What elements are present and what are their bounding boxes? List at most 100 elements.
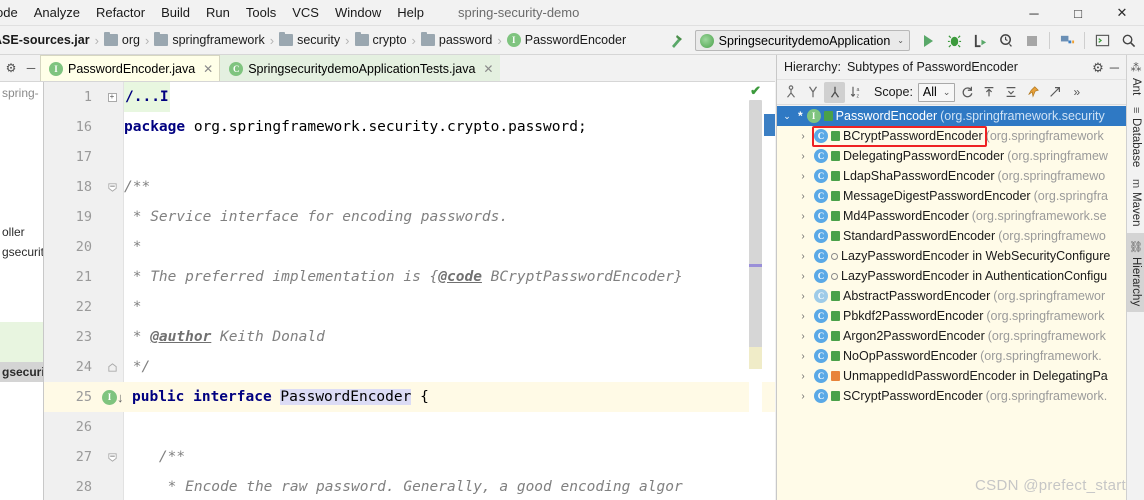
tree-row[interactable]: › C Md4PasswordEncoder (org.springframew… [777, 206, 1127, 226]
tree-row[interactable]: › C LdapShaPasswordEncoder (org.springfr… [777, 166, 1127, 186]
menu-item-run[interactable]: Run [198, 2, 238, 23]
terminal-icon[interactable] [1090, 29, 1114, 53]
list-item[interactable] [0, 162, 43, 182]
tree-row[interactable]: › C NoOpPasswordEncoder (org.springframe… [777, 346, 1127, 366]
list-item-selected[interactable]: gsecurit [0, 362, 43, 382]
hide-icon[interactable]: ─ [1110, 60, 1122, 75]
list-item[interactable] [0, 142, 43, 162]
tree-row[interactable]: › C UnmappedIdPasswordEncoder in Delegat… [777, 366, 1127, 386]
code-area[interactable]: 1 + /...I 16 package org.springframework… [44, 82, 775, 500]
tree-row[interactable]: › C Argon2PasswordEncoder (org.springfra… [777, 326, 1127, 346]
hide-icon[interactable]: ─ [22, 57, 40, 79]
breadcrumb-item-password[interactable]: password [418, 32, 496, 47]
code-line[interactable]: 17 [44, 142, 775, 172]
list-item[interactable]: oller [0, 222, 43, 242]
maximize-button[interactable]: □ [1056, 0, 1100, 26]
chevron-right-icon[interactable]: › [795, 171, 811, 182]
breadcrumb-item-springframework[interactable]: springframework [151, 32, 267, 47]
hierarchy-tree[interactable]: ⌄ * I PasswordEncoder (org.springframewo… [777, 106, 1127, 500]
code-line[interactable]: 16 package org.springframework.security.… [44, 112, 775, 142]
implemented-arrow-icon[interactable]: ↓ [117, 390, 124, 405]
chevron-right-icon[interactable]: › [795, 391, 811, 402]
run-button[interactable] [916, 29, 940, 53]
list-item[interactable] [0, 322, 43, 342]
menu-item-analyze[interactable]: Analyze [26, 2, 88, 23]
menu-item-window[interactable]: Window [327, 2, 389, 23]
fold-end-icon[interactable] [100, 362, 124, 373]
refresh-icon[interactable] [956, 82, 977, 103]
minimize-button[interactable]: ─ [1012, 0, 1056, 26]
collapse-all-icon[interactable] [1000, 82, 1021, 103]
list-item[interactable] [0, 282, 43, 302]
stop-button[interactable] [1020, 29, 1044, 53]
list-item[interactable] [0, 422, 43, 442]
menu-item-build[interactable]: Build [153, 2, 198, 23]
gear-icon[interactable]: ⚙ [2, 57, 20, 79]
list-item[interactable] [0, 102, 43, 122]
code-line[interactable]: 23 * @author Keith Donald [44, 322, 775, 352]
run-with-coverage-button[interactable] [968, 29, 992, 53]
fold-expand-icon[interactable]: + [100, 92, 124, 102]
code-line[interactable]: 22 * [44, 292, 775, 322]
chevron-right-icon[interactable]: › [795, 191, 811, 202]
editor-scrollbar[interactable]: ✔ [749, 82, 775, 500]
list-item[interactable]: spring- [0, 82, 43, 102]
list-item[interactable] [0, 382, 43, 402]
open-in-editor-icon[interactable] [1044, 82, 1065, 103]
tree-row[interactable]: › C Pbkdf2PasswordEncoder (org.springfra… [777, 306, 1127, 326]
code-line[interactable]: 18 /** [44, 172, 775, 202]
chevron-right-icon[interactable]: › [795, 351, 811, 362]
list-item[interactable] [0, 462, 43, 482]
list-item[interactable] [0, 202, 43, 222]
code-editor[interactable]: 1 + /...I 16 package org.springframework… [44, 82, 775, 500]
chevron-right-icon[interactable]: › [795, 271, 811, 282]
code-line[interactable]: 26 [44, 412, 775, 442]
code-line[interactable]: 27 /** [44, 442, 775, 472]
hammer-icon[interactable] [665, 29, 689, 53]
profile-button[interactable] [994, 29, 1018, 53]
expand-all-icon[interactable] [978, 82, 999, 103]
code-line[interactable]: 19 * Service interface for encoding pass… [44, 202, 775, 232]
list-item[interactable] [0, 402, 43, 422]
chevron-right-icon[interactable]: › [795, 251, 811, 262]
menu-item-vcs[interactable]: VCS [284, 2, 327, 23]
subtypes-hierarchy-button[interactable] [824, 81, 845, 103]
chevron-right-icon[interactable]: › [795, 151, 811, 162]
chevron-right-icon[interactable]: › [795, 331, 811, 342]
chevron-right-icon[interactable]: › [795, 231, 811, 242]
tree-row[interactable]: › C SCryptPasswordEncoder (org.springfra… [777, 386, 1127, 406]
run-configuration-selector[interactable]: SpringsecuritydemoApplication ⌄ [694, 30, 910, 51]
supertypes-hierarchy-button[interactable] [802, 82, 823, 103]
tool-tab-maven[interactable]: m Maven [1127, 173, 1144, 233]
tree-row[interactable]: › C DelegatingPasswordEncoder (org.sprin… [777, 146, 1127, 166]
inspection-status-icon[interactable]: ✔ [750, 83, 761, 99]
chevron-right-icon[interactable]: › [795, 131, 811, 142]
code-line[interactable]: 21 * The preferred implementation is {@c… [44, 262, 775, 292]
scrollbar-thumb[interactable] [749, 100, 762, 355]
code-line[interactable]: 20 * [44, 232, 775, 262]
code-line[interactable]: 1 + /...I [44, 82, 775, 112]
chevron-right-icon[interactable]: › [795, 291, 811, 302]
code-identifier-passwordencoder[interactable]: PasswordEncoder [280, 389, 412, 405]
tool-tab-database[interactable]: ≡ Database [1127, 101, 1144, 173]
javadoc-tag-code[interactable]: @code [438, 269, 482, 285]
tree-row[interactable]: › C AbstractPasswordEncoder (org.springf… [777, 286, 1127, 306]
debug-button[interactable] [942, 29, 966, 53]
search-icon[interactable] [1116, 29, 1140, 53]
chevron-right-icon[interactable]: › [795, 371, 811, 382]
breadcrumb-item-security[interactable]: security [276, 32, 343, 47]
project-structure-button[interactable] [1055, 29, 1079, 53]
tree-row-root[interactable]: ⌄ * I PasswordEncoder (org.springframewo… [777, 106, 1127, 126]
menu-item-code[interactable]: ode [0, 2, 26, 23]
breadcrumb-item-jar[interactable]: ASE-sources.jar [0, 33, 93, 47]
list-item[interactable] [0, 342, 43, 362]
list-item[interactable] [0, 262, 43, 282]
close-icon[interactable]: ✕ [203, 62, 213, 76]
chevron-down-icon[interactable]: ⌄ [779, 111, 795, 122]
gear-icon[interactable]: ⚙ [1092, 60, 1104, 76]
breadcrumb-item-crypto[interactable]: crypto [352, 32, 410, 47]
tree-row[interactable]: › C LazyPasswordEncoder in Authenticatio… [777, 266, 1127, 286]
code-line-current[interactable]: 25 I ↓ public interface PasswordEncoder … [44, 382, 775, 412]
list-item[interactable]: gsecurit [0, 242, 43, 262]
tree-row[interactable]: › C StandardPasswordEncoder (org.springf… [777, 226, 1127, 246]
